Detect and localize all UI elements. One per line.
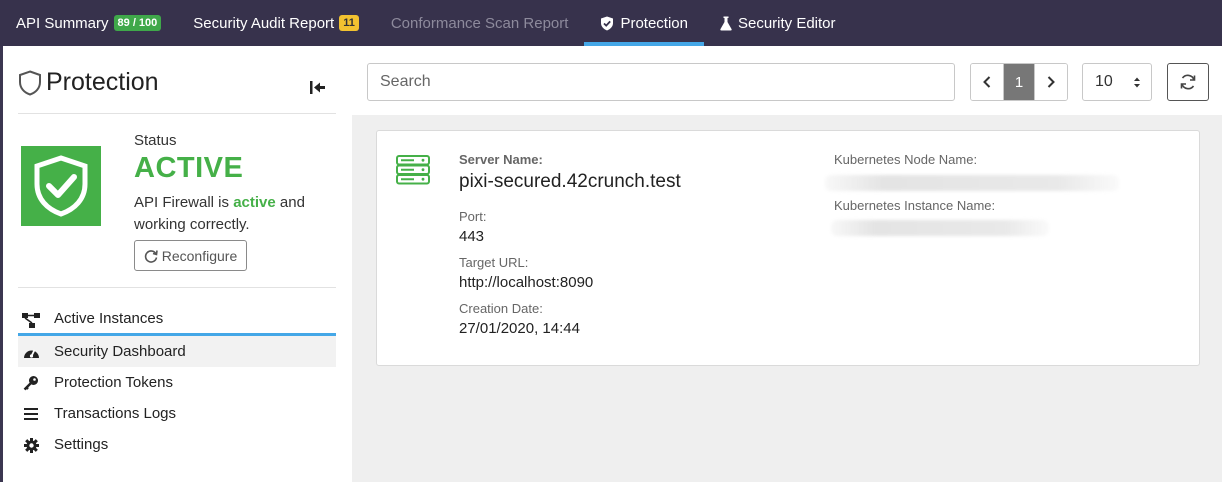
tab-security-audit-report[interactable]: Security Audit Report 11 [177, 0, 375, 46]
pagination: 1 [970, 63, 1068, 101]
tab-api-summary[interactable]: API Summary 89 / 100 [0, 0, 177, 46]
sidebar-item-label: Transactions Logs [54, 405, 177, 422]
chevron-right-icon [1047, 76, 1055, 88]
tab-security-editor[interactable]: Security Editor [704, 0, 852, 46]
sidebar-item-security-dashboard[interactable]: Security Dashboard [18, 336, 336, 367]
server-name-value: pixi-secured.42crunch.test [459, 171, 681, 192]
network-icon [22, 311, 40, 329]
divider [18, 287, 336, 288]
creation-date-label: Creation Date: [459, 301, 543, 316]
collapse-sidebar-icon[interactable] [307, 78, 327, 96]
dashboard-icon [22, 343, 40, 361]
list-icon [22, 405, 40, 423]
tab-conformance-scan-report[interactable]: Conformance Scan Report [375, 0, 585, 46]
k8s-node-label: Kubernetes Node Name: [834, 152, 978, 167]
sidebar-title: Protection [46, 68, 159, 96]
creation-date-value: 27/01/2020, 14:44 [459, 320, 580, 337]
target-url-label: Target URL: [459, 255, 529, 270]
sidebar-item-label: Active Instances [54, 310, 164, 327]
k8s-instance-value-redacted [831, 220, 1049, 236]
status-description: API Firewall is active and working corre… [134, 192, 334, 236]
tab-label: Conformance Scan Report [390, 14, 569, 32]
gear-icon [22, 436, 40, 454]
status-text-highlight: active [233, 194, 276, 211]
refresh-icon [1180, 74, 1196, 90]
server-name-label: Server Name: [459, 152, 543, 167]
server-icon [396, 155, 430, 185]
search-input[interactable] [367, 63, 955, 101]
tab-label: Security Editor [737, 14, 836, 32]
sidebar-item-settings[interactable]: Settings [18, 429, 336, 460]
main-content: 1 10 Server Name: pixi-secured.42crunch.… [352, 46, 1222, 482]
sidebar-item-label: Protection Tokens [54, 374, 173, 391]
sidebar-item-protection-tokens[interactable]: Protection Tokens [18, 367, 336, 398]
sort-caret-icon [1134, 77, 1140, 88]
flask-icon [720, 16, 732, 31]
shield-outline-icon [18, 69, 42, 96]
refresh-button[interactable] [1167, 63, 1209, 101]
k8s-node-value-redacted [825, 175, 1119, 191]
sidebar-item-transactions-logs[interactable]: Transactions Logs [18, 398, 336, 429]
top-nav: API Summary 89 / 100 Security Audit Repo… [0, 0, 1222, 46]
chevron-left-icon [983, 76, 991, 88]
per-page-select[interactable]: 10 [1082, 63, 1152, 101]
port-label: Port: [459, 209, 487, 224]
status-shield-icon [21, 146, 101, 226]
k8s-instance-label: Kubernetes Instance Name: [834, 198, 996, 213]
score-badge: 89 / 100 [113, 15, 162, 31]
shield-check-icon [600, 16, 614, 31]
target-url-value: http://localhost:8090 [459, 274, 594, 291]
per-page-value: 10 [1095, 73, 1113, 90]
reconfigure-label: Reconfigure [161, 247, 238, 264]
sidebar: Protection Status ACTIVE API Firewall is… [3, 46, 352, 482]
page-title: Protection [18, 68, 159, 97]
sidebar-item-active-instances[interactable]: Active Instances [18, 304, 336, 336]
refresh-icon [144, 249, 158, 263]
status-value: ACTIVE [134, 152, 244, 184]
next-page-button[interactable] [1035, 64, 1067, 100]
sidebar-item-label: Settings [54, 436, 109, 453]
sidebar-menu: Active Instances Security Dashboard Prot… [18, 304, 336, 460]
status-label: Status [134, 132, 177, 149]
toolbar: 1 10 [352, 46, 1222, 115]
reconfigure-button[interactable]: Reconfigure [134, 240, 247, 271]
tab-label: Protection [620, 14, 688, 32]
prev-page-button[interactable] [971, 64, 1003, 100]
status-text-prefix: API Firewall is [134, 194, 234, 211]
tab-label: Security Audit Report [193, 14, 335, 32]
sidebar-item-label: Security Dashboard [54, 343, 186, 360]
divider [18, 113, 336, 114]
key-icon [22, 374, 40, 392]
issues-badge: 11 [339, 15, 359, 31]
tab-protection[interactable]: Protection [584, 0, 704, 46]
tab-label: API Summary [16, 14, 109, 32]
port-value: 443 [459, 228, 485, 245]
current-page-button[interactable]: 1 [1003, 64, 1035, 100]
instance-card: Server Name: pixi-secured.42crunch.test … [376, 130, 1200, 366]
